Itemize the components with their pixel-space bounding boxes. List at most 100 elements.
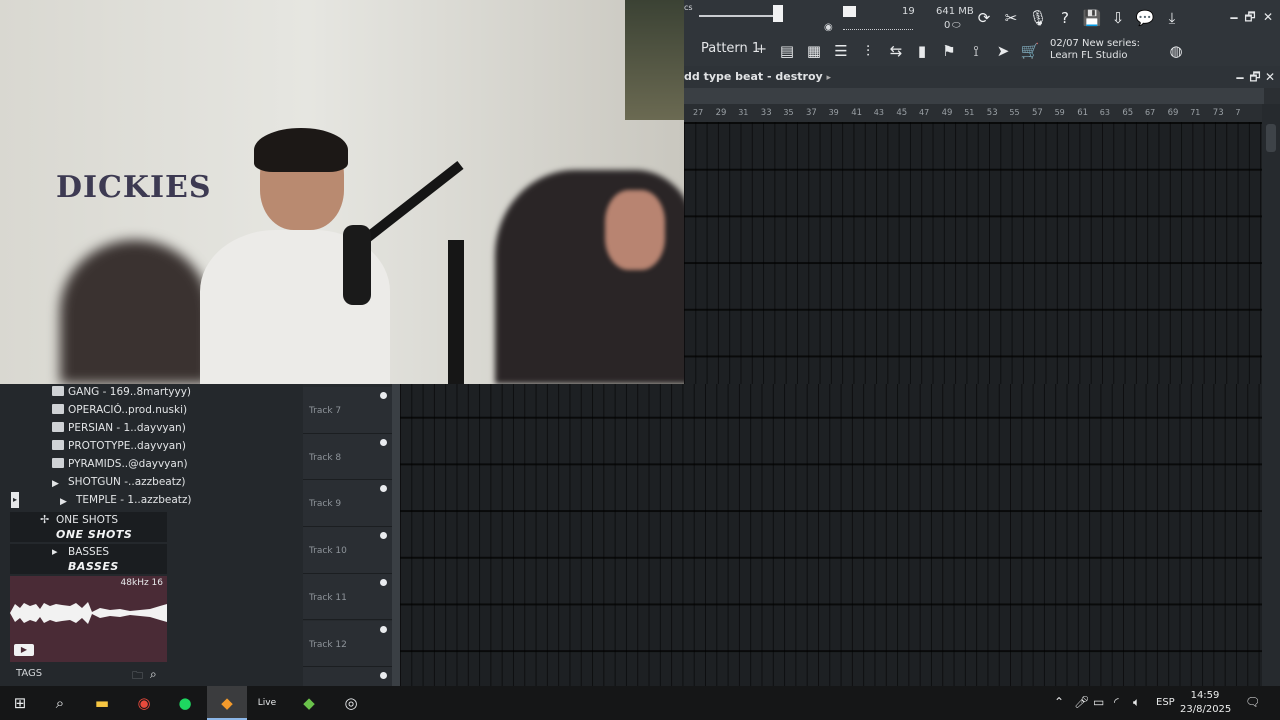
globe-icon[interactable]: ◍ [1165, 40, 1187, 62]
song-position-handle[interactable] [773, 5, 783, 22]
tray-mic-icon[interactable]: 🎤︎ [1074, 695, 1089, 709]
tags-folder-icon[interactable]: 🗀 [132, 667, 143, 686]
folder-label: BASSES [68, 546, 110, 558]
chrome-icon[interactable]: ◉ [131, 691, 157, 715]
folder-basses-banner: BASSES [10, 560, 167, 574]
file-explorer-icon[interactable]: ▬ [89, 691, 115, 715]
track-mute-indicator[interactable] [380, 438, 387, 446]
browser-selection-arrow-icon[interactable]: ▸ [11, 492, 19, 508]
track-header[interactable]: Track 7 [303, 387, 392, 434]
playlist-grid-upper[interactable] [684, 122, 1262, 384]
pattern-selector[interactable]: Pattern 1 [701, 41, 760, 56]
track-header[interactable]: Track 10 [303, 527, 392, 574]
playlist-minimize-button[interactable]: 🗕 [1233, 70, 1247, 84]
browser-file-item[interactable]: PERSIAN - 1..dayvyan) [52, 422, 186, 440]
shop-icon[interactable]: 🛒 [1019, 40, 1041, 62]
track-mute-indicator[interactable] [380, 532, 387, 540]
tray-chevron-icon[interactable]: ⌃ [1054, 695, 1064, 709]
windows-start-icon[interactable]: ⊞ [7, 691, 33, 715]
browser-file-item[interactable]: GANG - 169..8martyyy) [52, 386, 191, 404]
browser-file-item[interactable]: PYRAMIDS..@dayvyan) [52, 458, 188, 476]
track-mute-indicator[interactable] [380, 672, 387, 680]
app-minimize-button[interactable]: 🗕 [1227, 10, 1241, 24]
add-pattern-button[interactable]: + [756, 42, 767, 57]
track-mute-indicator[interactable] [380, 578, 387, 586]
playlist-icon[interactable]: ▤ [776, 40, 798, 62]
playlist-ruler[interactable]: 27 29 31 33 35 37 39 41 43 45 47 49 51 53 55 57 59 61 63 65… [684, 104, 1264, 122]
piano-roll-icon[interactable]: ▦ [803, 40, 825, 62]
tempo-icon[interactable]: ⟟ [965, 40, 987, 62]
memory-meter: 641 MB [936, 6, 974, 17]
notifications-icon[interactable]: 🗨︎ [1245, 695, 1260, 709]
channel-rack-icon[interactable]: ☰ [830, 40, 852, 62]
save-icon[interactable]: 💾 [1082, 8, 1102, 28]
volume-icon[interactable]: 🔈︎ [1133, 695, 1140, 710]
track-mute-indicator[interactable] [380, 485, 387, 493]
routing-icon[interactable]: ⇆ [885, 40, 907, 62]
fl-studio-green-icon[interactable]: ◆ [296, 691, 322, 715]
mic-icon[interactable]: 🎙 [1028, 8, 1048, 28]
song-position-slider[interactable] [699, 15, 779, 17]
playlist-vertical-scrollbar[interactable] [1262, 104, 1280, 686]
save-as-icon[interactable]: ⇩ [1108, 8, 1128, 28]
search-icon[interactable]: ⌕ [47, 691, 73, 715]
playlist-title: dd type beat - destroy ▸ [684, 70, 831, 83]
download-icon[interactable]: ⤓ [1162, 8, 1182, 28]
browser-file-item[interactable]: ▶ SHOTGUN -..azzbeatz) [52, 476, 185, 494]
track-splitter[interactable] [392, 384, 400, 686]
webcam-mic-stand [448, 240, 464, 384]
ruler-tick: 69 [1167, 108, 1179, 118]
battery-icon[interactable]: ▭ [1093, 695, 1104, 709]
browser-file-item[interactable]: ▶ TEMPLE - 1..azzbeatz) [60, 494, 192, 512]
chat-icon[interactable]: 💬 [1135, 8, 1155, 28]
tags-search-icon[interactable]: ⌕ [150, 667, 157, 682]
playlist-restore-button[interactable]: 🗗 [1248, 70, 1262, 84]
track-header[interactable]: Track 9 [303, 480, 392, 528]
play-preview-button[interactable]: ▶ [14, 644, 34, 656]
mixer-icon[interactable]: ⫶ [857, 40, 879, 62]
help-icon[interactable]: ? [1055, 8, 1075, 28]
playlist-horizontal-scrollbar[interactable] [684, 88, 1264, 104]
clock[interactable]: 14:59 23/8/2025 [1180, 689, 1232, 717]
playlist-title-arrow-icon[interactable]: ▸ [827, 73, 832, 83]
folder-one-shots[interactable]: ✢ ONE SHOTS [10, 512, 167, 528]
toolbar-corner-text: cs [684, 3, 693, 12]
cut-icon[interactable]: ✂ [1001, 8, 1021, 28]
news-panel[interactable]: 02/07 New series: Learn FL Studio [1050, 38, 1160, 62]
track-mute-indicator[interactable] [380, 625, 387, 633]
monitor-icon[interactable]: ◉ [824, 22, 833, 33]
ruler-tick: 73 [1212, 108, 1224, 118]
cpu-meter: 19 [902, 6, 915, 17]
ableton-live-icon[interactable]: Live [254, 691, 280, 715]
browser-icon[interactable]: ➤ [992, 40, 1014, 62]
track-header[interactable]: Track 8 [303, 433, 392, 481]
sample-preview[interactable]: 48kHz 16 ▶ [10, 576, 167, 662]
browser-file-item[interactable]: OPERACIÓ..prod.nuski) [52, 404, 187, 422]
tempo-box[interactable] [843, 6, 856, 17]
clock-date: 23/8/2025 [1180, 704, 1232, 715]
track-header[interactable]: Track 11 [303, 573, 392, 621]
playlist-title-text: dd type beat - destroy [684, 70, 823, 83]
track-header[interactable]: Track 13 [303, 667, 392, 686]
playlist-grid-lower[interactable] [400, 384, 1262, 686]
scrollbar-thumb[interactable] [1266, 124, 1276, 152]
ruler-tick: 51 [964, 108, 975, 117]
browser-file-item[interactable]: PROTOTYPE..dayvyan) [52, 440, 186, 458]
webcam-shirt-print: DICKIES [56, 170, 212, 205]
spotify-icon[interactable]: ● [172, 691, 198, 715]
playlist-close-button[interactable]: ✕ [1263, 70, 1277, 84]
language-indicator[interactable]: ESP [1156, 697, 1175, 708]
link-icon[interactable]: ⬭ [952, 20, 961, 31]
app-close-button[interactable]: ✕ [1261, 10, 1275, 24]
wifi-icon[interactable]: ◜ [1114, 695, 1119, 709]
folder-basses[interactable]: ▸ BASSES [10, 544, 167, 560]
app-restore-button[interactable]: 🗗 [1243, 10, 1257, 24]
obs-icon[interactable]: ◎ [338, 691, 364, 715]
project-icon[interactable]: ▮ [911, 40, 933, 62]
refresh-icon[interactable]: ⟳ [974, 8, 994, 28]
plugin-icon[interactable]: ⚑ [938, 40, 960, 62]
fl-studio-icon[interactable]: ◆ [214, 691, 240, 715]
track-header[interactable]: Track 12 [303, 620, 392, 668]
browser-file-label: GANG - 169..8martyyy) [68, 386, 192, 398]
track-mute-indicator[interactable] [380, 392, 387, 399]
